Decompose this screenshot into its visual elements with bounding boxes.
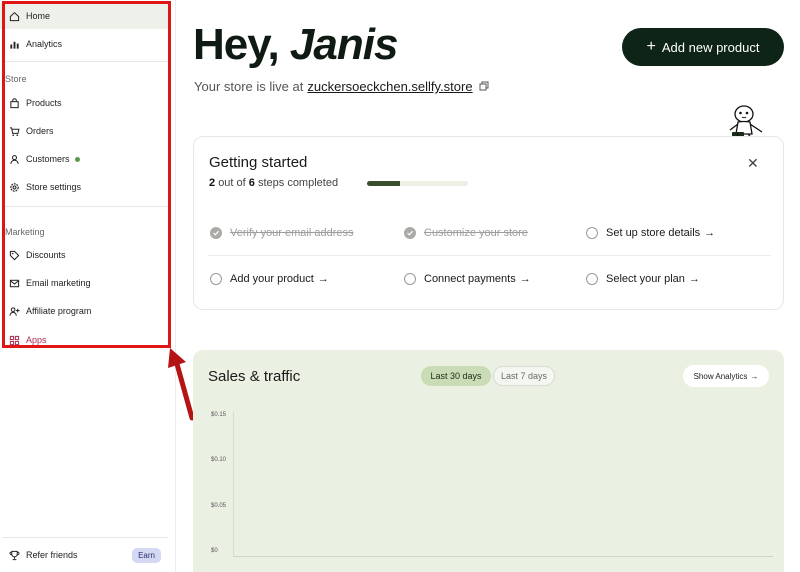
y-tick-label: $0.10 (211, 457, 227, 463)
step-label: Set up store details (606, 227, 701, 239)
step-label: Select your plan (606, 273, 685, 285)
y-tick-label: $0 (211, 548, 218, 554)
steps-progress-fill (367, 181, 401, 186)
arrow-right-icon: → (317, 273, 329, 285)
earn-badge[interactable]: Earn (132, 548, 161, 563)
plus-icon: + (646, 38, 656, 55)
empty-circle-icon (210, 273, 222, 285)
step-connect-payments[interactable]: Connect payments → (404, 273, 531, 285)
empty-circle-icon (586, 273, 598, 285)
show-analytics-button[interactable]: Show Analytics → (683, 365, 769, 387)
steps-progress-bar (367, 181, 468, 186)
greeting-text: Hey, (193, 20, 280, 69)
chart-x-axis (233, 556, 773, 557)
step-verify-email[interactable]: Verify your email address (210, 227, 354, 239)
empty-circle-icon (586, 227, 598, 239)
annotation-highlight-box (2, 1, 171, 348)
step-add-your-product[interactable]: Add your product → (210, 273, 329, 285)
show-analytics-label: Show Analytics (693, 371, 748, 381)
copy-icon[interactable] (479, 79, 489, 94)
sales-traffic-panel: Sales & traffic Last 30 days Last 7 days… (193, 350, 784, 572)
step-label: Connect payments (424, 273, 516, 285)
empty-circle-icon (404, 273, 416, 285)
tab-last-30-days[interactable]: Last 30 days (421, 366, 491, 386)
step-customize-store[interactable]: Customize your store (404, 227, 528, 239)
getting-started-title: Getting started (209, 154, 308, 171)
sales-traffic-title: Sales & traffic (208, 368, 301, 385)
store-live-prefix: Your store is live at (194, 79, 304, 94)
close-icon[interactable]: ✕ (747, 155, 759, 172)
steps-completed-label: steps completed (257, 177, 339, 189)
steps-out-of: out of (218, 177, 246, 189)
sidebar-item-label: Refer friends (26, 550, 78, 560)
sidebar-divider (2, 537, 168, 538)
arrow-right-icon: → (750, 371, 759, 381)
step-label: Verify your email address (230, 227, 354, 239)
add-new-product-label: Add new product (661, 39, 760, 55)
trophy-icon (8, 549, 20, 561)
steps-total-count: 6 (248, 177, 255, 189)
check-circle-icon (404, 227, 416, 239)
y-tick-label: $0.15 (211, 412, 227, 418)
steps-completed-count: 2 (209, 177, 216, 189)
store-live-line: Your store is live at zuckersoeckchen.se… (194, 79, 489, 94)
chart-y-axis (233, 412, 234, 557)
tab-last-7-days[interactable]: Last 7 days (493, 366, 555, 386)
add-new-product-button[interactable]: + Add new product (622, 28, 784, 66)
store-url-link[interactable]: zuckersoeckchen.sellfy.store (307, 79, 472, 94)
steps-progress-text: 2 out of 6 steps completed (209, 177, 338, 189)
step-label: Customize your store (424, 227, 528, 239)
arrow-right-icon: → (688, 273, 700, 285)
step-label: Add your product (230, 273, 314, 285)
step-select-your-plan[interactable]: Select your plan → (586, 273, 700, 285)
card-divider (208, 255, 771, 256)
y-tick-label: $0.05 (211, 503, 227, 509)
getting-started-card: Getting started 2 out of 6 steps complet… (193, 136, 784, 310)
check-circle-icon (210, 227, 222, 239)
page-title: Hey, Janis (193, 20, 399, 70)
arrow-right-icon: → (704, 227, 716, 239)
user-name: Janis (289, 20, 399, 69)
arrow-right-icon: → (519, 273, 531, 285)
step-set-up-store-details[interactable]: Set up store details → (586, 227, 715, 239)
